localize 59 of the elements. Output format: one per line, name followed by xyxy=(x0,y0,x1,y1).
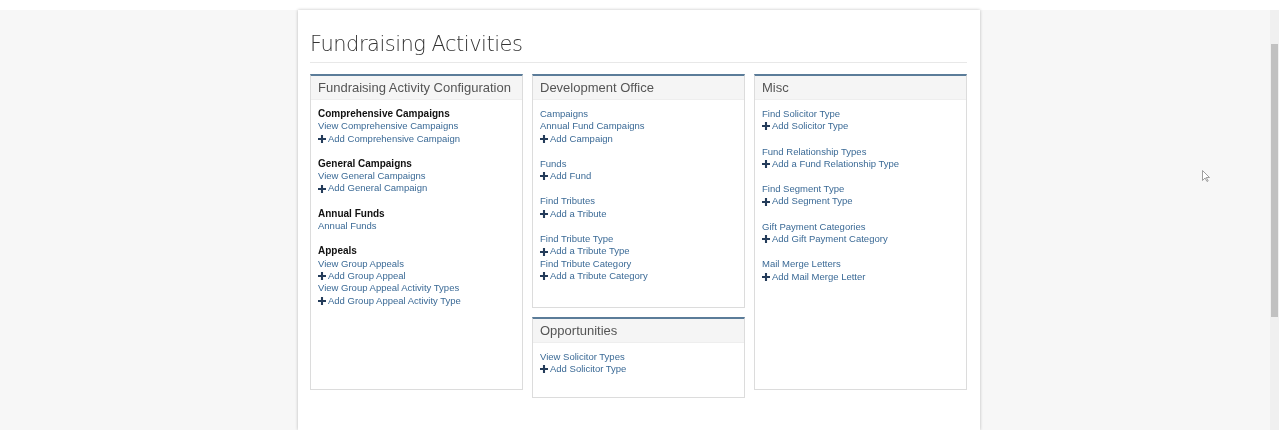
group-heading: Annual Funds xyxy=(318,207,385,221)
add-link[interactable]: Add Solicitor Type xyxy=(762,120,849,133)
add-link[interactable]: Add Group Appeal xyxy=(318,269,406,283)
add-link[interactable]: Add Comprehensive Campaign xyxy=(318,132,461,145)
link[interactable]: Fund Relationship Types xyxy=(762,145,867,158)
link[interactable]: View General Campaigns xyxy=(318,170,426,183)
link[interactable]: Find Segment Type xyxy=(762,183,845,196)
plus-icon xyxy=(540,134,548,143)
plus-icon xyxy=(318,184,326,193)
mouse-pointer-icon xyxy=(1202,170,1210,182)
group-heading: General Campaigns xyxy=(318,157,412,171)
panel-title: Development Office xyxy=(540,80,654,95)
add-link[interactable]: Add Mail Merge Letter xyxy=(762,270,866,283)
link[interactable]: Campaigns xyxy=(540,108,589,121)
add-link[interactable]: Add Solicitor Type xyxy=(540,363,627,376)
plus-icon xyxy=(762,160,770,169)
link[interactable]: Find Solicitor Type xyxy=(762,108,840,121)
scrollbar-thumb[interactable] xyxy=(1271,44,1278,317)
plus-icon xyxy=(762,272,770,281)
link[interactable]: Mail Merge Letters xyxy=(762,258,841,271)
add-link[interactable]: Add Fund xyxy=(540,170,592,183)
plus-icon xyxy=(540,209,548,218)
panel-title: Opportunities xyxy=(540,323,618,338)
link[interactable]: View Solicitor Types xyxy=(540,351,625,364)
plus-icon xyxy=(318,296,326,305)
scrollbar[interactable] xyxy=(1270,10,1279,430)
add-link[interactable]: Add a Tribute Type xyxy=(540,245,630,258)
plus-icon xyxy=(762,122,770,131)
panel-title: Fundraising Activity Configuration xyxy=(318,80,511,95)
page-title: Fundraising Activities xyxy=(310,32,967,63)
link[interactable]: Find Tributes xyxy=(540,195,595,208)
add-link[interactable]: Add a Tribute Category xyxy=(540,269,648,283)
group-heading: Appeals xyxy=(318,245,357,258)
plus-icon xyxy=(540,247,548,256)
link[interactable]: Find Tribute Type xyxy=(540,233,614,246)
plus-icon xyxy=(318,272,326,281)
link[interactable]: Annual Fund Campaigns xyxy=(540,120,645,133)
link[interactable]: Gift Payment Categories xyxy=(762,220,866,234)
add-link[interactable]: Add Gift Payment Category xyxy=(762,233,888,246)
plus-icon xyxy=(762,235,770,244)
link[interactable]: View Group Appeal Activity Types xyxy=(318,282,460,295)
add-link[interactable]: Add Group Appeal Activity Type xyxy=(318,294,461,307)
link[interactable]: Annual Funds xyxy=(318,220,377,233)
add-link[interactable]: Add Campaign xyxy=(540,132,613,145)
link[interactable]: View Group Appeals xyxy=(318,257,404,270)
plus-icon xyxy=(540,365,548,374)
plus-icon xyxy=(762,197,770,206)
add-link[interactable]: Add Segment Type xyxy=(762,195,853,208)
group-heading: Comprehensive Campaigns xyxy=(318,108,450,121)
add-link[interactable]: Add a Fund Relationship Type xyxy=(762,157,900,171)
link[interactable]: View Comprehensive Campaigns xyxy=(318,120,459,133)
panel-title: Misc xyxy=(762,80,789,95)
plus-icon xyxy=(540,172,548,181)
add-link[interactable]: Add General Campaign xyxy=(318,182,428,195)
link[interactable]: Find Tribute Category xyxy=(540,257,632,270)
plus-icon xyxy=(318,134,326,143)
link[interactable]: Funds xyxy=(540,157,567,171)
plus-icon xyxy=(540,272,548,281)
add-link[interactable]: Add a Tribute xyxy=(540,207,607,221)
